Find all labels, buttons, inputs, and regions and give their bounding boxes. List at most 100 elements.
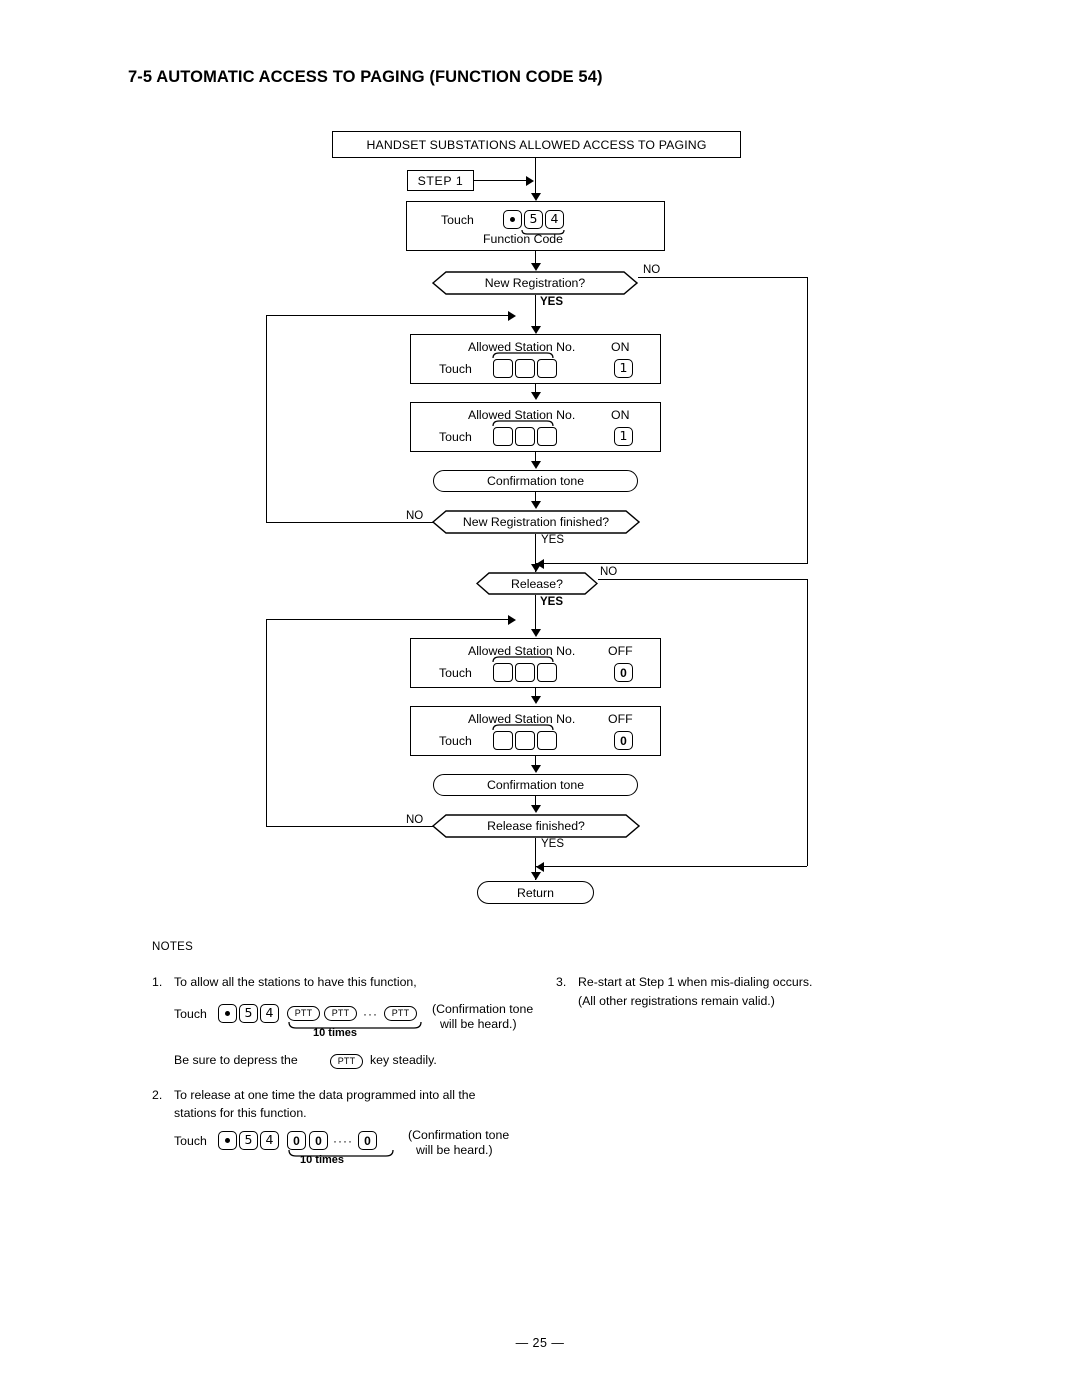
- ptt-key-3[interactable]: PTT: [384, 1006, 417, 1021]
- connector-loop-rel-left: [265, 619, 267, 826]
- station-block-on-2: Allowed Station No. Touch ON 1: [410, 402, 661, 452]
- arrow-into-tone-1: [531, 461, 541, 469]
- station-digit-key-3[interactable]: [537, 731, 557, 750]
- decision-new-registration: New Registration?: [432, 271, 638, 295]
- note-1-footer-ptt-key[interactable]: PTT: [330, 1054, 363, 1069]
- arrow-loop-reg-into-yes: [508, 311, 516, 321]
- station-on-2-key-row: [493, 427, 557, 446]
- arrow-into-return: [531, 872, 541, 880]
- note-2-line2: stations for this function.: [174, 1106, 307, 1120]
- arrow-release-no-merge: [536, 862, 544, 872]
- decision-new-registration-finished: New Registration finished?: [432, 510, 640, 534]
- key-dot[interactable]: [218, 1004, 237, 1023]
- station-digit-key-2[interactable]: [515, 731, 535, 750]
- station-digit-key-1[interactable]: [493, 427, 513, 446]
- station-on-1-state-label: ON: [611, 340, 630, 354]
- note-1-ptt-row: PTT PTT ··· PTT: [287, 1006, 417, 1021]
- station-off-2-key-row: [493, 731, 557, 750]
- flowchart-header-label: HANDSET SUBSTATIONS ALLOWED ACCESS TO PA…: [366, 137, 707, 152]
- key-5[interactable]: 5: [239, 1131, 258, 1150]
- note-2-ellipsis: ····: [333, 1133, 353, 1148]
- arrow-into-relfin: [531, 805, 541, 813]
- label-relfin-no: NO: [406, 814, 424, 826]
- note-2-line1: To release at one time the data programm…: [174, 1088, 476, 1102]
- note-3-number: 3.: [556, 975, 567, 989]
- station-digit-key-2[interactable]: [515, 427, 535, 446]
- station-digit-key-2[interactable]: [515, 359, 535, 378]
- function-code-block: Touch 5 4 Function Code: [406, 201, 665, 251]
- function-code-key-row: 5 4: [503, 210, 564, 229]
- arrow-into-function-code: [531, 193, 541, 201]
- zero-key-2[interactable]: 0: [309, 1131, 328, 1150]
- station-block-on-1: Allowed Station No. Touch ON 1: [410, 334, 661, 384]
- arrow-into-off-2: [531, 696, 541, 704]
- station-off-2-touch-label: Touch: [439, 734, 472, 748]
- note-1-footer-post: key steadily.: [370, 1053, 437, 1067]
- key-dot[interactable]: [503, 210, 522, 229]
- note-2-paren-line2: will be heard.): [416, 1143, 493, 1157]
- label-newreg-yes: YES: [540, 296, 564, 308]
- key-5[interactable]: 5: [524, 210, 543, 229]
- arrow-into-on-2: [531, 392, 541, 400]
- note-1-paren-line2: will be heard.): [440, 1017, 517, 1031]
- confirmation-tone-2: Confirmation tone: [433, 774, 638, 796]
- key-4[interactable]: 4: [260, 1004, 279, 1023]
- note-1-paren-line1: (Confirmation tone: [432, 1002, 534, 1016]
- decision-new-registration-label: New Registration?: [484, 276, 586, 290]
- confirmation-tone-1: Confirmation tone: [433, 470, 638, 492]
- arrow-into-release: [531, 564, 541, 572]
- station-on-1-key-row: [493, 359, 557, 378]
- arrow-into-regfin: [531, 501, 541, 509]
- station-digit-key-1[interactable]: [493, 359, 513, 378]
- page-number: — 25 —: [515, 1336, 565, 1350]
- connector-newreg-no-in: [536, 562, 807, 564]
- note-3-line1: Re-start at Step 1 when mis-dialing occu…: [578, 975, 813, 989]
- note-1-line1: To allow all the stations to have this f…: [174, 975, 417, 989]
- flowchart-header-box: HANDSET SUBSTATIONS ALLOWED ACCESS TO PA…: [332, 131, 741, 158]
- station-off-1-state-label: OFF: [608, 644, 633, 658]
- key-5[interactable]: 5: [239, 1004, 258, 1023]
- note-1-touch-label: Touch: [174, 1007, 207, 1021]
- station-on-1-touch-label: Touch: [439, 362, 472, 376]
- station-digit-key-1[interactable]: [493, 663, 513, 682]
- station-digit-key-3[interactable]: [537, 663, 557, 682]
- connector-loop-rel-top: [266, 618, 510, 620]
- arrow-into-newreg: [531, 263, 541, 271]
- station-digit-key-3[interactable]: [537, 427, 557, 446]
- arrow-into-off-1: [531, 629, 541, 637]
- ptt-key-2[interactable]: PTT: [324, 1006, 357, 1021]
- station-digit-key-3[interactable]: [537, 359, 557, 378]
- station-digit-key-1[interactable]: [493, 731, 513, 750]
- step-1-label: STEP 1: [417, 173, 464, 188]
- note-1-repeat: 10 times: [313, 1027, 358, 1039]
- decision-release-label: Release?: [511, 576, 563, 591]
- note-2-key-row: 5 4: [218, 1131, 279, 1150]
- station-block-off-1: Allowed Station No. Touch OFF 0: [410, 638, 661, 688]
- key-4[interactable]: 4: [545, 210, 564, 229]
- zero-key-1[interactable]: 0: [287, 1131, 306, 1150]
- function-code-touch-label: Touch: [441, 213, 474, 227]
- function-code-caption: Function Code: [483, 232, 563, 246]
- ptt-key-1[interactable]: PTT: [287, 1006, 320, 1021]
- key-dot[interactable]: [218, 1131, 237, 1150]
- station-on-2-state-key[interactable]: 1: [614, 427, 633, 446]
- connector-release-no-right: [598, 578, 808, 580]
- station-off-2-state-key[interactable]: 0: [614, 731, 633, 750]
- station-off-1-brace: [492, 656, 554, 663]
- confirmation-tone-1-label: Confirmation tone: [486, 474, 585, 488]
- station-on-2-state-label: ON: [611, 408, 630, 422]
- station-off-1-state-key[interactable]: 0: [614, 663, 633, 682]
- decision-release-finished: Release finished?: [432, 814, 640, 838]
- connector-release-no-down: [806, 579, 808, 866]
- decision-regfin-label: New Registration finished?: [462, 515, 610, 529]
- station-digit-key-2[interactable]: [515, 663, 535, 682]
- note-1-number: 1.: [152, 975, 163, 989]
- label-regfin-yes: YES: [541, 534, 565, 546]
- note-3-line2: (All other registrations remain valid.): [578, 994, 775, 1008]
- station-on-1-state-key[interactable]: 1: [614, 359, 633, 378]
- zero-key-3[interactable]: 0: [357, 1131, 377, 1150]
- connector-newreg-no-down: [806, 277, 808, 564]
- station-on-1-brace: [492, 352, 554, 359]
- key-4[interactable]: 4: [260, 1131, 279, 1150]
- note-2-zero-row: 0 0 ···· 0: [287, 1131, 377, 1150]
